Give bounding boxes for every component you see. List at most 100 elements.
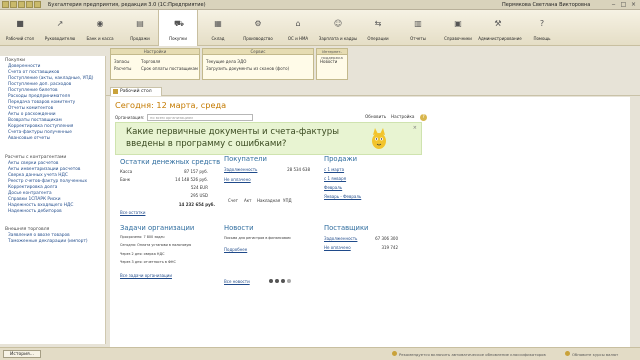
task-item[interactable]: Сегодня: Оплата установи в налоговую bbox=[120, 243, 191, 247]
pager-dot[interactable] bbox=[275, 279, 279, 283]
submenu-item[interactable]: Срок оплаты поставщикам bbox=[141, 66, 198, 71]
task-item[interactable]: Через 3 дня: отчетность в ФНС bbox=[120, 260, 176, 264]
cash-row-value: 295 USD bbox=[190, 193, 208, 198]
section-label: Рабочий стол bbox=[5, 36, 35, 41]
sidebar-item[interactable]: Поступление билетов bbox=[8, 88, 58, 93]
doc-tab[interactable]: Счет bbox=[228, 198, 238, 203]
task-item[interactable]: Просрочено: 7 800 задач bbox=[120, 235, 165, 239]
buyers-debt-link[interactable]: Задолженность bbox=[224, 167, 257, 172]
section-salary[interactable]: ☺ Зарплата и кадры bbox=[318, 10, 358, 46]
user-name[interactable]: Пермякова Светлана Викторовна bbox=[502, 2, 590, 8]
sidebar-item[interactable]: Доверенности bbox=[8, 64, 40, 69]
sales-period-link[interactable]: Февраль bbox=[324, 185, 342, 190]
pager-dot[interactable] bbox=[287, 279, 291, 283]
submenu-item[interactable]: Новости bbox=[320, 59, 337, 64]
sidebar-item[interactable]: Передача товаров комитенту bbox=[8, 100, 75, 105]
tab-desktop[interactable]: Рабочий стол bbox=[110, 87, 162, 96]
history-button[interactable]: История... bbox=[3, 350, 41, 358]
doc-tab[interactable]: УПД bbox=[283, 198, 292, 203]
sidebar-item[interactable]: Авансовые отчеты bbox=[8, 136, 50, 141]
tab-label: Рабочий стол bbox=[120, 89, 152, 94]
section-help[interactable]: ? Помощь bbox=[522, 10, 562, 46]
auto-update-link[interactable]: Рекомендуется включить автоматическое об… bbox=[399, 352, 546, 357]
sidebar-item[interactable]: Возвраты поставщикам bbox=[8, 118, 62, 123]
all-news-link[interactable]: Все новости bbox=[224, 279, 250, 284]
section-sales[interactable]: ▤ Продажи bbox=[120, 10, 160, 46]
window-title: Бухгалтерия предприятия, редакция 3.0 (1… bbox=[48, 2, 206, 8]
section-assets[interactable]: ⌂ ОС и НМА bbox=[278, 10, 318, 46]
task-item[interactable]: Через 2 дня: сверка НДС bbox=[120, 252, 164, 256]
tasks-title: Задачи организации bbox=[120, 224, 195, 232]
doc-tab[interactable]: Накладная bbox=[257, 198, 280, 203]
close-icon[interactable]: × bbox=[413, 125, 417, 131]
menu-icon[interactable] bbox=[10, 1, 17, 8]
home-icon[interactable] bbox=[34, 1, 41, 8]
sidebar-item[interactable]: Поступление доп. расходов bbox=[8, 82, 71, 87]
sidebar-item[interactable]: Справки 1СПАРК Риски bbox=[8, 197, 61, 202]
submenu-item[interactable]: Запасы bbox=[114, 59, 129, 64]
back-icon[interactable] bbox=[18, 1, 25, 8]
promo-banner[interactable]: Какие первичные документы и счета-фактур… bbox=[115, 122, 422, 155]
sidebar-item[interactable]: Акты инвентаризации расчетов bbox=[8, 167, 80, 172]
pager-dot[interactable] bbox=[269, 279, 273, 283]
sidebar-item[interactable]: Реестр счетов-фактур полученных bbox=[8, 179, 87, 184]
organization-input[interactable]: по всем организациям bbox=[147, 114, 253, 121]
sidebar-item[interactable]: Расходы предпринимателя bbox=[8, 94, 70, 99]
section-label: Справочники bbox=[444, 36, 472, 41]
minimize-icon[interactable]: ‒ bbox=[609, 1, 618, 8]
section-manager[interactable]: ↗ Руководителю bbox=[40, 10, 80, 46]
sidebar-item[interactable]: Надежность дебиторов bbox=[8, 209, 62, 214]
section-warehouse[interactable]: ▦ Склад bbox=[198, 10, 238, 46]
sidebar-item[interactable]: Таможенные декларации (импорт) bbox=[8, 239, 88, 244]
sidebar-item[interactable]: Поступление (акты, накладные, УПД) bbox=[8, 76, 93, 81]
sales-period-link[interactable]: Январь - Февраль bbox=[324, 194, 361, 199]
section-catalogs[interactable]: ▣ Справочники bbox=[438, 10, 478, 46]
news-more-link[interactable]: Подробнее bbox=[224, 247, 247, 252]
sidebar-item[interactable]: Корректировка долга bbox=[8, 185, 57, 190]
section-bank[interactable]: ◉ Банк и касса bbox=[80, 10, 120, 46]
pager-dot[interactable] bbox=[281, 279, 285, 283]
all-balances-link[interactable]: Все остатки bbox=[120, 210, 145, 215]
section-purchases[interactable]: ⛟ Покупки bbox=[158, 10, 198, 46]
sidebar-item[interactable]: Счета-фактуры полученные bbox=[8, 130, 72, 135]
sidebar-item[interactable]: Досье контрагента bbox=[8, 191, 52, 196]
sidebar-item[interactable]: Счета от поставщиков bbox=[8, 70, 59, 75]
buyers-overdue-link[interactable]: Не оплачено bbox=[224, 177, 251, 182]
doc-tab[interactable]: Акт bbox=[244, 198, 251, 203]
submenu-item[interactable]: Торговля bbox=[141, 59, 160, 64]
suppliers-debt-value: 67 306 300 bbox=[375, 236, 398, 241]
submenu-group-support: Интернет-поддержка Новости bbox=[316, 48, 348, 80]
sidebar-item[interactable]: Акты сверки расчетов bbox=[8, 161, 58, 166]
section-reports[interactable]: ▥ Отчеты bbox=[398, 10, 438, 46]
maximize-icon[interactable]: □ bbox=[619, 1, 628, 8]
submenu-item[interactable]: Текущие дела ЭДО bbox=[206, 59, 246, 64]
sidebar-item[interactable]: Корректировка поступления bbox=[8, 124, 73, 129]
sidebar-item[interactable]: Заявления о ввозе товаров bbox=[8, 233, 70, 238]
suppliers-overdue-link[interactable]: Не оплачено bbox=[324, 245, 351, 250]
group-header: Сервис bbox=[203, 49, 313, 55]
sidebar-header: Расчеты с контрагентами bbox=[5, 155, 67, 160]
settings-button[interactable]: Настройка bbox=[391, 114, 415, 119]
section-desktop[interactable]: ■ Рабочий стол bbox=[0, 10, 40, 46]
sidebar-item[interactable]: Надежность входящего НДС bbox=[8, 203, 73, 208]
suppliers-debt-link[interactable]: Задолженность bbox=[324, 236, 357, 241]
sidebar-item[interactable]: Акты о расхождении bbox=[8, 112, 56, 117]
sidebar-item[interactable]: Отчеты комитентов bbox=[8, 106, 53, 111]
section-operations[interactable]: ⇆ Операции bbox=[358, 10, 398, 46]
sidebar-item[interactable]: Сверка данных учета НДС bbox=[8, 173, 68, 178]
help-icon[interactable]: ? bbox=[420, 114, 427, 121]
section-production[interactable]: ⚙ Производство bbox=[238, 10, 278, 46]
submenu-item[interactable]: Расчеты bbox=[114, 66, 131, 71]
cash-row-value: 14 148 526 руб. bbox=[175, 177, 208, 182]
sales-period-link[interactable]: с 1 января bbox=[324, 176, 346, 181]
currency-rates-link[interactable]: Обновите курсы валют bbox=[572, 352, 618, 357]
submenu-item[interactable]: Загрузить документы из сканов (фото) bbox=[206, 66, 289, 71]
news-item[interactable]: Письма для регистров в финансовом bbox=[224, 236, 291, 240]
sales-period-link[interactable]: с 1 марта bbox=[324, 167, 344, 172]
refresh-button[interactable]: Обновить bbox=[365, 114, 386, 119]
news-pager[interactable] bbox=[269, 279, 293, 285]
section-admin[interactable]: ⚒ Администрирование bbox=[478, 10, 522, 46]
close-icon[interactable]: × bbox=[629, 1, 638, 8]
forward-icon[interactable] bbox=[26, 1, 33, 8]
all-tasks-link[interactable]: Все задачи организации bbox=[120, 273, 172, 278]
